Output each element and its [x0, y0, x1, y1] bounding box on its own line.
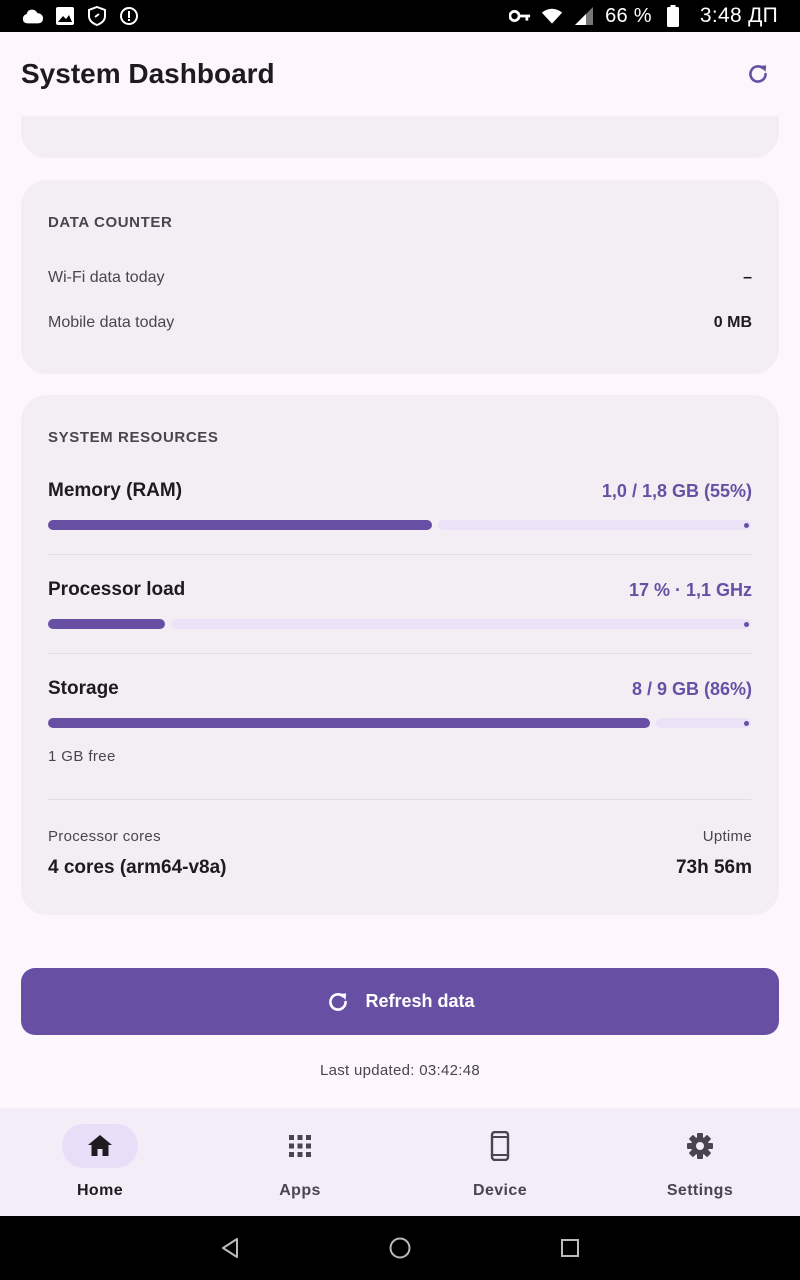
divider — [48, 799, 751, 800]
vpn-shield-icon — [86, 5, 108, 27]
memory-progress-fill — [48, 520, 432, 530]
bottom-navigation: Home Apps Device Settings — [0, 1108, 800, 1216]
refresh-data-button[interactable]: Refresh data — [21, 968, 779, 1035]
nav-item-home[interactable]: Home — [0, 1108, 200, 1216]
cloud-icon — [22, 5, 44, 27]
processor-progress-track — [171, 619, 751, 629]
data-counter-card: DATA COUNTER Wi-Fi data today – Mobile d… — [21, 180, 779, 374]
status-bar: 66 % 3:48 ДП — [0, 0, 800, 32]
processor-progress-end-dot — [744, 622, 749, 627]
processor-metric: Processor load 17 % · 1,1 GHz — [48, 579, 752, 629]
system-recents-button[interactable] — [485, 1216, 655, 1280]
home-circle-icon — [389, 1237, 411, 1259]
battery-percent: 66 % — [605, 4, 652, 27]
last-updated-text: Last updated: 03:42:48 — [319, 1062, 481, 1079]
nav-label-device: Device — [473, 1182, 527, 1199]
cores-value: 4 cores (arm64-v8a) — [48, 857, 227, 878]
status-bar-left — [22, 5, 140, 27]
app-bar: System Dashboard — [0, 32, 800, 116]
storage-progress-fill — [48, 718, 650, 728]
recents-icon — [561, 1239, 579, 1257]
info-icon — [118, 5, 140, 27]
mobile-data-value: 0 MB — [713, 314, 752, 331]
status-bar-right: 66 % 3:48 ДП — [509, 4, 778, 28]
data-counter-title: DATA COUNTER — [48, 214, 173, 231]
refresh-icon — [329, 992, 348, 1011]
storage-progress — [48, 718, 751, 728]
processor-label: Processor load — [48, 579, 186, 600]
memory-value: 1,0 / 1,8 GB (55%) — [601, 480, 752, 501]
key-icon — [509, 5, 531, 27]
storage-value: 8 / 9 GB (86%) — [631, 678, 752, 699]
storage-progress-end-dot — [744, 721, 749, 726]
processor-progress-fill — [48, 619, 165, 629]
uptime-label: Uptime — [702, 828, 752, 845]
uptime-block: Uptime 73h 56m — [676, 828, 752, 879]
image-icon — [54, 5, 76, 27]
previous-card — [21, 116, 779, 158]
page-title: System Dashboard — [21, 58, 275, 89]
resources-footer: Processor cores 4 cores (arm64-v8a) Upti… — [48, 828, 752, 879]
memory-label: Memory (RAM) — [48, 480, 183, 501]
wifi-data-row: Wi-Fi data today – — [48, 269, 752, 287]
refresh-data-label: Refresh data — [365, 991, 475, 1011]
nav-item-settings[interactable]: Settings — [600, 1108, 800, 1216]
memory-progress-end-dot — [744, 523, 749, 528]
wifi-icon — [541, 5, 563, 27]
apps-grid-icon — [289, 1135, 311, 1157]
uptime-value: 73h 56m — [675, 857, 752, 878]
system-back-button[interactable] — [145, 1216, 315, 1280]
nav-item-device[interactable]: Device — [400, 1108, 600, 1216]
memory-metric: Memory (RAM) 1,0 / 1,8 GB (55%) — [48, 480, 752, 530]
system-navigation-bar — [0, 1216, 800, 1280]
refresh-button-top[interactable] — [738, 54, 778, 94]
signal-icon — [573, 5, 595, 27]
system-home-button[interactable] — [315, 1216, 485, 1280]
storage-label: Storage — [48, 678, 119, 699]
divider — [48, 653, 751, 654]
nav-label-home: Home — [76, 1182, 124, 1199]
nav-label-settings: Settings — [666, 1182, 734, 1199]
mobile-data-row: Mobile data today 0 MB — [48, 314, 752, 332]
system-resources-title: SYSTEM RESOURCES — [48, 429, 219, 446]
gear-icon — [687, 1133, 713, 1159]
scroll-content[interactable]: DATA COUNTER Wi-Fi data today – Mobile d… — [0, 116, 800, 1108]
mobile-data-label: Mobile data today — [48, 314, 175, 331]
cores-label: Processor cores — [48, 828, 161, 845]
wifi-data-value: – — [743, 269, 752, 286]
processor-value: 17 % · 1,1 GHz — [628, 579, 752, 600]
nav-active-indicator — [62, 1124, 138, 1168]
system-resources-card: SYSTEM RESOURCES Memory (RAM) 1,0 / 1,8 … — [21, 395, 779, 915]
storage-progress-track — [656, 718, 751, 728]
storage-free-note: 1 GB free — [48, 748, 116, 765]
nav-item-apps[interactable]: Apps — [200, 1108, 400, 1216]
clock: 3:48 ДП — [699, 4, 778, 27]
home-icon — [88, 1135, 112, 1156]
processor-progress — [48, 619, 751, 629]
phone-icon — [490, 1131, 510, 1161]
divider — [48, 554, 751, 555]
memory-progress — [48, 520, 751, 530]
refresh-icon — [749, 65, 767, 83]
battery-icon — [662, 5, 684, 27]
wifi-data-label: Wi-Fi data today — [48, 269, 165, 286]
storage-metric: Storage 8 / 9 GB (86%) 1 GB free — [48, 678, 752, 765]
back-icon — [222, 1238, 238, 1258]
memory-progress-track — [438, 520, 751, 530]
cores-block: Processor cores 4 cores (arm64-v8a) — [48, 828, 227, 879]
nav-label-apps: Apps — [279, 1182, 321, 1199]
